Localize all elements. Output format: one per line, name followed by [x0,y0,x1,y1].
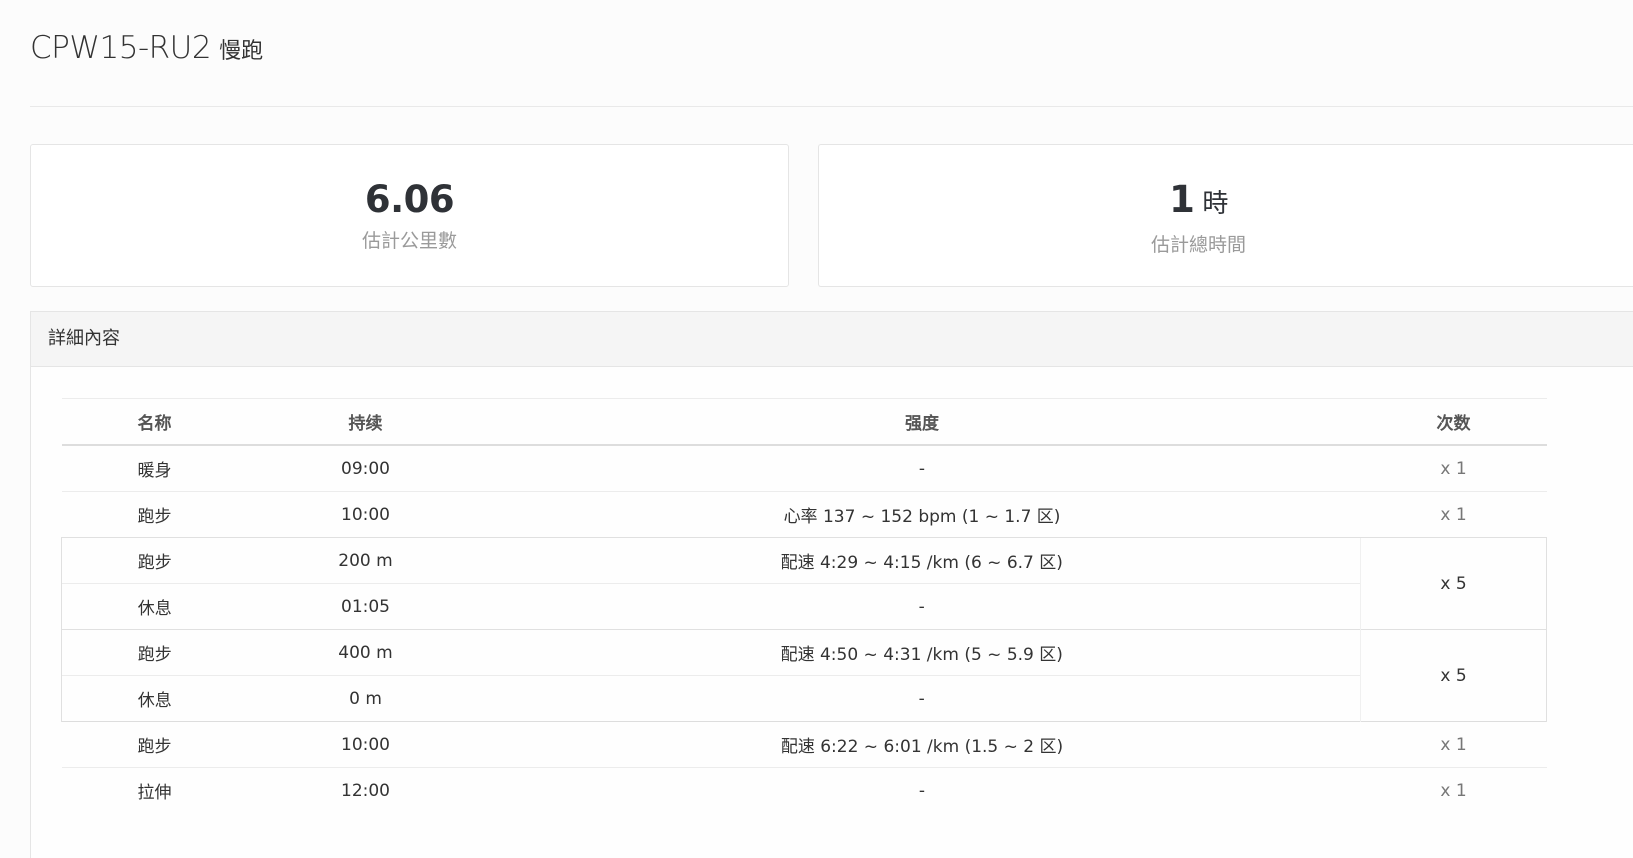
details-panel: 詳細內容 名称 持续 强度 次数 暖身 09:00 - x 1 跑步 10:00… [30,311,1633,858]
col-header-intensity: 强度 [483,398,1361,446]
step-duration: 10:00 [247,721,484,768]
step-intensity: 心率 137 ~ 152 bpm (1 ~ 1.7 区) [483,491,1361,538]
distance-stat-card: 6.06 估計公里數 [30,144,789,287]
group-reps: x 5 [1360,629,1547,722]
group-reps: x 5 [1360,537,1547,630]
step-name: 跑步 [61,721,248,768]
step-duration: 12:00 [247,767,484,813]
time-stat-card: 1時 估計總時間 [818,144,1633,287]
table-row-repeat-group-2: 跑步 400 m 配速 4:50 ~ 4:31 /km (5 ~ 5.9 区) … [61,629,1547,722]
step-intensity: - [483,767,1361,813]
step-duration: 09:00 [341,458,390,479]
step-name: 跑步 [61,491,248,538]
workout-page: CPW15-RU2 慢跑 6.06 估計公里數 1時 估計總時間 詳細內容 名称… [0,0,1633,858]
page-title: CPW15-RU2 慢跑 [30,30,263,66]
step-duration: 01:05 [247,583,484,630]
col-header-duration: 持续 [247,398,484,446]
step-intensity: 配速 4:50 ~ 4:31 /km (5 ~ 5.9 区) [483,629,1361,676]
table-row: 暖身 09:00 - x 1 [62,445,1547,492]
step-intensity: 配速 6:22 ~ 6:01 /km (1.5 ~ 2 区) [483,721,1361,768]
table-row: 拉伸 12:00 - x 1 [61,767,1547,813]
col-header-name: 名称 [61,398,248,446]
table-row: 跑步 10:00 配速 6:22 ~ 6:01 /km (1.5 ~ 2 区) … [61,721,1547,768]
distance-label: 估計公里數 [361,230,457,252]
distance-value: 6.06 [364,178,455,221]
table-row: 跑步 10:00 心率 137 ~ 152 bpm (1 ~ 1.7 区) x … [61,491,1547,538]
step-name: 跑步 [61,629,248,676]
step-reps: x 1 [1360,721,1547,768]
step-duration: 0 m [247,675,484,722]
step-name: 休息 [61,675,248,722]
step-intensity: - [918,458,926,479]
step-reps: x 1 [1440,458,1467,479]
step-reps: x 1 [1360,491,1547,538]
table-row-repeat-group-2: 休息 0 m - [61,675,1547,722]
col-header-reps: 次数 [1360,398,1547,446]
step-name: 拉伸 [61,767,248,813]
time-unit: 時 [1202,189,1228,219]
step-intensity: 配速 4:29 ~ 4:15 /km (6 ~ 6.7 区) [483,537,1361,584]
time-label: 估計總時間 [1150,234,1246,256]
step-duration: 10:00 [247,491,484,538]
steps-table-wrap: 名称 持续 强度 次数 暖身 09:00 - x 1 跑步 10:00 心率 1… [61,398,1547,813]
step-duration: 400 m [247,629,484,676]
table-row-repeat-group-1: 休息 01:05 - [61,583,1547,630]
table-header-row: 名称 持续 强度 次数 [61,398,1547,446]
time-value-line: 1時 [819,177,1578,227]
title-divider [30,106,1633,107]
details-heading: 詳細內容 [31,312,1633,367]
workout-code: CPW15-RU2 [30,30,212,66]
table-row-repeat-group-1: 跑步 200 m 配速 4:29 ~ 4:15 /km (6 ~ 6.7 区) … [61,537,1547,630]
step-name: 休息 [61,583,248,630]
step-intensity: - [483,583,1361,630]
step-intensity: - [483,675,1361,722]
step-name: 跑步 [61,537,248,584]
step-name: 暖身 [137,461,172,481]
steps-table: 名称 持续 强度 次数 暖身 09:00 - x 1 跑步 10:00 心率 1… [61,398,1547,813]
step-duration: 200 m [247,537,484,584]
workout-type: 慢跑 [219,39,264,64]
step-reps: x 1 [1360,767,1547,813]
time-value: 1 [1169,178,1195,221]
